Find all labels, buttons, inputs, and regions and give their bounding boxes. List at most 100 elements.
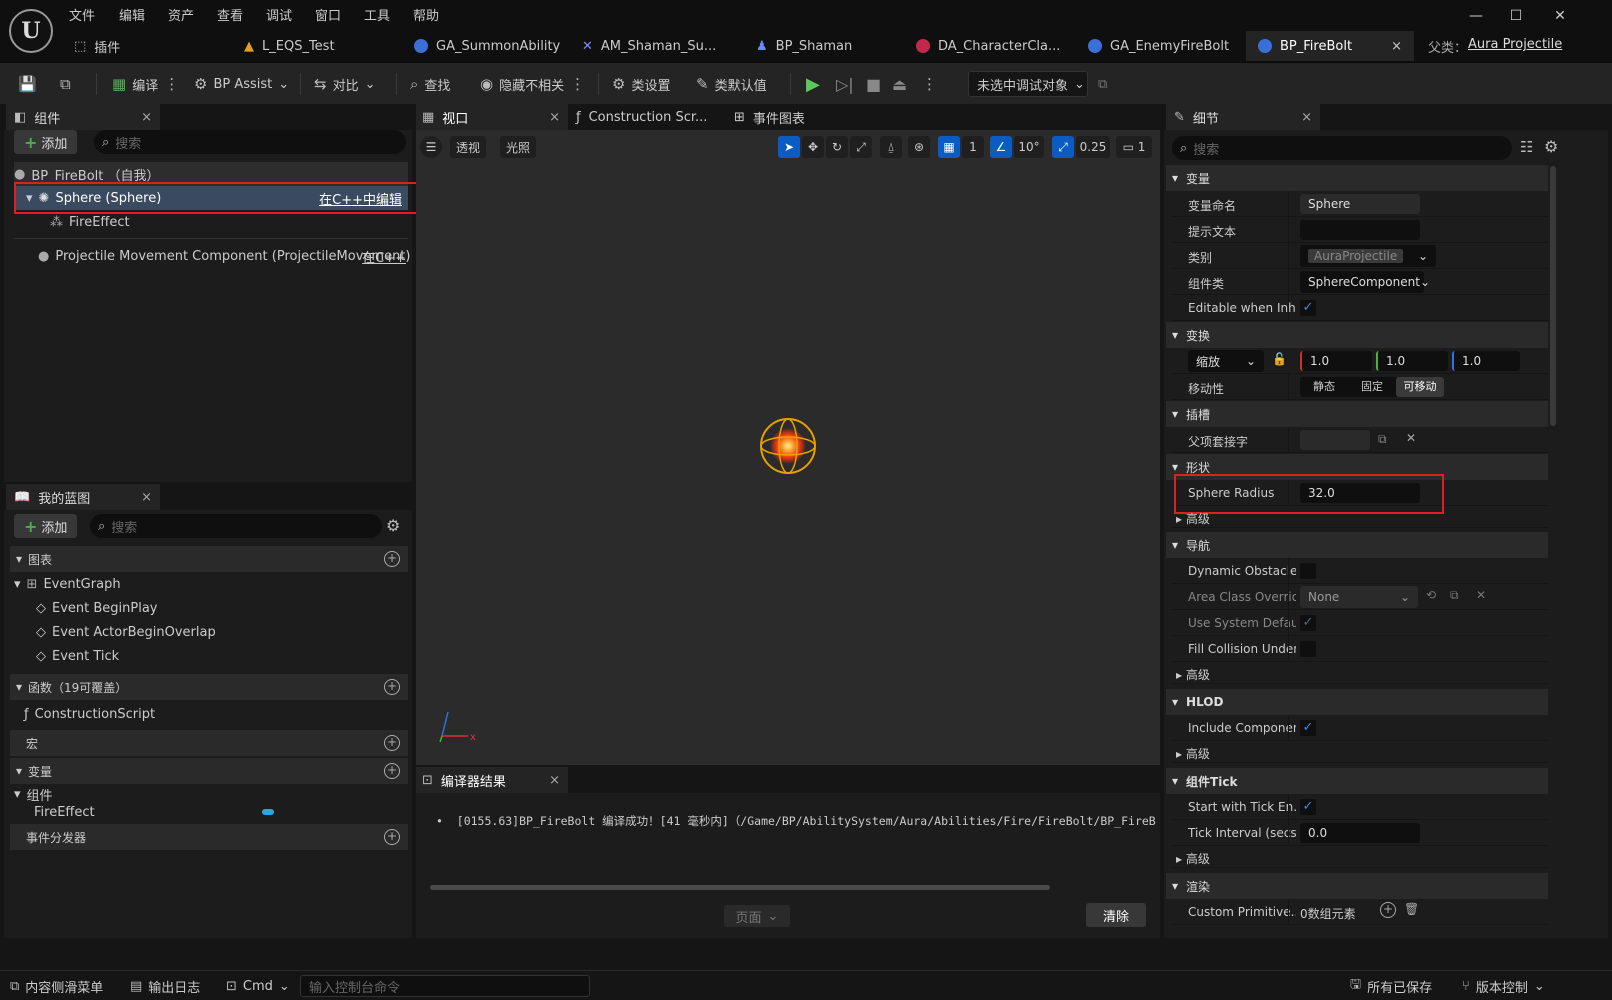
play-options-button[interactable]: ⋮ <box>922 71 937 97</box>
tab-am-shaman[interactable]: ✕ AM_Shaman_Su... <box>570 31 734 61</box>
horizontal-scrollbar[interactable] <box>430 885 1050 890</box>
mobility-movable[interactable]: 可移动 <box>1396 377 1444 397</box>
add-element-icon[interactable]: + <box>1380 902 1396 918</box>
tab-bp-firebolt[interactable]: BP_FireBolt × <box>1246 31 1414 61</box>
event-row[interactable]: ◇ Event Tick <box>36 644 408 668</box>
browse-icon[interactable]: ⧉ <box>1378 432 1387 447</box>
tab-construction-script[interactable]: ƒ Construction Scr... <box>576 104 726 130</box>
debug-target-dropdown[interactable]: 未选中调试对象 ⌄ <box>968 71 1088 97</box>
stop-button[interactable]: ■ <box>866 71 881 97</box>
add-member-button[interactable]: + 添加 <box>14 514 78 538</box>
minimize-button[interactable]: — <box>1456 8 1496 30</box>
tab-plugins[interactable]: ⬚ 插件 <box>62 31 212 61</box>
scale-snap-toggle[interactable]: ⤢ <box>1052 136 1074 158</box>
play-button[interactable]: ▶ <box>806 71 820 97</box>
components-search-input[interactable]: ⌕ 搜索 <box>94 130 406 154</box>
select-mode-button[interactable]: ➤ <box>778 136 800 158</box>
tab-viewport[interactable]: ▦ 视口 × <box>416 104 568 130</box>
tab-da-character-class[interactable]: DA_CharacterCla... <box>904 31 1072 61</box>
section-dispatchers[interactable]: 事件分发器 + <box>10 824 408 850</box>
construction-script-row[interactable]: ƒ ConstructionScript <box>24 702 408 726</box>
bp-assist-button[interactable]: ⚙ BP Assist ⌄ <box>194 71 289 97</box>
category-variable[interactable]: ▾ 变量 <box>1166 165 1548 191</box>
fill-collision-checkbox[interactable] <box>1300 641 1316 657</box>
grid-snap-toggle[interactable]: ▦ <box>938 136 960 158</box>
close-panel-button[interactable]: × <box>141 110 152 125</box>
tab-components[interactable]: ◧ 组件 × <box>6 104 160 130</box>
grid-snap-value[interactable]: 1 <box>962 136 984 158</box>
tab-l-eqs-test[interactable]: ▲ L_EQS_Test <box>232 31 392 61</box>
tab-event-graph[interactable]: ⊞ 事件图表 <box>734 104 854 130</box>
scale-snap-value[interactable]: 0.25 <box>1076 136 1110 158</box>
clear-icon[interactable]: ✕ <box>1476 588 1486 602</box>
tab-my-blueprint[interactable]: 📖 我的蓝图 × <box>6 484 160 510</box>
lit-button[interactable]: 光照 <box>500 136 537 158</box>
mobility-static[interactable]: 静态 <box>1300 377 1348 397</box>
class-settings-button[interactable]: ⚙ 类设置 <box>612 71 670 97</box>
section-macros[interactable]: 宏 + <box>10 730 408 756</box>
scale-button[interactable]: ⤢ <box>850 136 872 158</box>
surface-snap-button[interactable]: ⍙ <box>880 136 902 158</box>
save-button[interactable]: 💾 <box>18 71 37 97</box>
category-navigation[interactable]: ▾ 导航 <box>1166 532 1548 558</box>
category-rendering[interactable]: ▾ 渲染 <box>1166 873 1548 899</box>
all-saved-button[interactable]: 🖫 所有已保存 <box>1350 975 1432 997</box>
add-dispatcher-icon[interactable]: + <box>384 829 400 845</box>
unreal-logo-icon[interactable]: U <box>9 9 53 53</box>
event-graph-row[interactable]: ▾ ⊞ EventGraph <box>14 572 408 596</box>
close-tab-button[interactable]: × <box>549 110 560 125</box>
add-graph-icon[interactable]: + <box>384 551 400 567</box>
edit-in-cpp-link[interactable]: 在C++ <box>362 247 406 266</box>
class-defaults-button[interactable]: ✎ 类默认值 <box>696 71 767 97</box>
rotate-button[interactable]: ↻ <box>826 136 848 158</box>
viewport[interactable]: ☰ 透视 光照 ➤ ✥ ↻ ⤢ ⍙ ⊛ ▦ 1 ∠ 10° ⤢ 0.25 ▭ 1… <box>416 130 1160 765</box>
viewport-menu-button[interactable]: ☰ <box>420 136 442 158</box>
tab-bp-shaman[interactable]: ♟ BP_Shaman <box>744 31 904 61</box>
menu-view[interactable]: 查看 <box>217 5 243 24</box>
scale-y-field[interactable]: 1.0 <box>1376 351 1448 371</box>
use-system-default-checkbox[interactable]: ✓ <box>1300 615 1316 631</box>
component-class-dropdown[interactable]: SphereComponent ⌄ <box>1300 271 1430 293</box>
rotation-snap-value[interactable]: 10° <box>1014 136 1044 158</box>
translate-button[interactable]: ✥ <box>802 136 824 158</box>
tab-ga-enemy-firebolt[interactable]: GA_EnemyFireBolt <box>1076 31 1244 61</box>
row-advanced[interactable]: ▸ 高级 <box>1172 846 1548 868</box>
content-drawer-button[interactable]: ⧉ 内容侧滑菜单 <box>10 975 103 997</box>
more-options-icon[interactable]: ⋮ <box>164 75 179 93</box>
my-blueprint-search-input[interactable]: ⌕ 搜索 <box>90 514 382 538</box>
section-graphs[interactable]: ▾ 图表 + <box>10 546 408 572</box>
trash-icon[interactable]: 🗑 <box>1404 902 1419 916</box>
dynamic-obstacle-checkbox[interactable] <box>1300 563 1316 579</box>
close-tab-button[interactable]: × <box>549 773 560 788</box>
gear-icon[interactable]: ⚙ <box>1544 137 1558 156</box>
debug-browse-button[interactable]: ⧉ <box>1098 71 1107 97</box>
menu-file[interactable]: 文件 <box>69 5 95 24</box>
close-panel-button[interactable]: × <box>1301 110 1312 125</box>
component-projectile-row[interactable]: ● Projectile Movement Component (Project… <box>14 244 410 268</box>
page-dropdown[interactable]: 页面 ⌄ <box>724 905 790 927</box>
eject-button[interactable]: ⏏ <box>892 71 907 97</box>
source-control-button[interactable]: ⑂ 版本控制 ⌄ <box>1462 975 1545 997</box>
menu-edit[interactable]: 编辑 <box>119 5 145 24</box>
perspective-button[interactable]: 透视 <box>450 136 487 158</box>
details-search-input[interactable]: ⌕ 搜索 <box>1172 136 1512 160</box>
world-local-button[interactable]: ⊛ <box>908 136 930 158</box>
menu-window[interactable]: 窗口 <box>315 5 341 24</box>
menu-debug[interactable]: 调试 <box>266 5 292 24</box>
scale-mode-dropdown[interactable]: 缩放 ⌄ <box>1188 350 1264 372</box>
clear-button[interactable]: 清除 <box>1086 903 1146 927</box>
row-advanced[interactable]: ▸ 高级 <box>1172 506 1548 528</box>
parent-socket-field[interactable] <box>1300 430 1370 450</box>
hide-unrelated-button[interactable]: ◉ 隐藏不相关 ⋮ <box>480 71 585 97</box>
scale-x-field[interactable]: 1.0 <box>1300 351 1372 371</box>
category-component-tick[interactable]: ▾ 组件Tick <box>1166 768 1548 794</box>
add-variable-icon[interactable]: + <box>384 763 400 779</box>
maximize-button[interactable]: ☐ <box>1496 8 1536 30</box>
rotation-snap-toggle[interactable]: ∠ <box>990 136 1012 158</box>
find-button[interactable]: ⌕ 查找 <box>410 71 450 97</box>
add-component-button[interactable]: + 添加 <box>14 130 78 154</box>
add-macro-icon[interactable]: + <box>384 735 400 751</box>
variable-row[interactable]: FireEffect <box>34 800 408 824</box>
mobility-stationary[interactable]: 固定 <box>1348 377 1396 397</box>
tab-ga-summon-ability[interactable]: GA_SummonAbility <box>402 31 570 61</box>
